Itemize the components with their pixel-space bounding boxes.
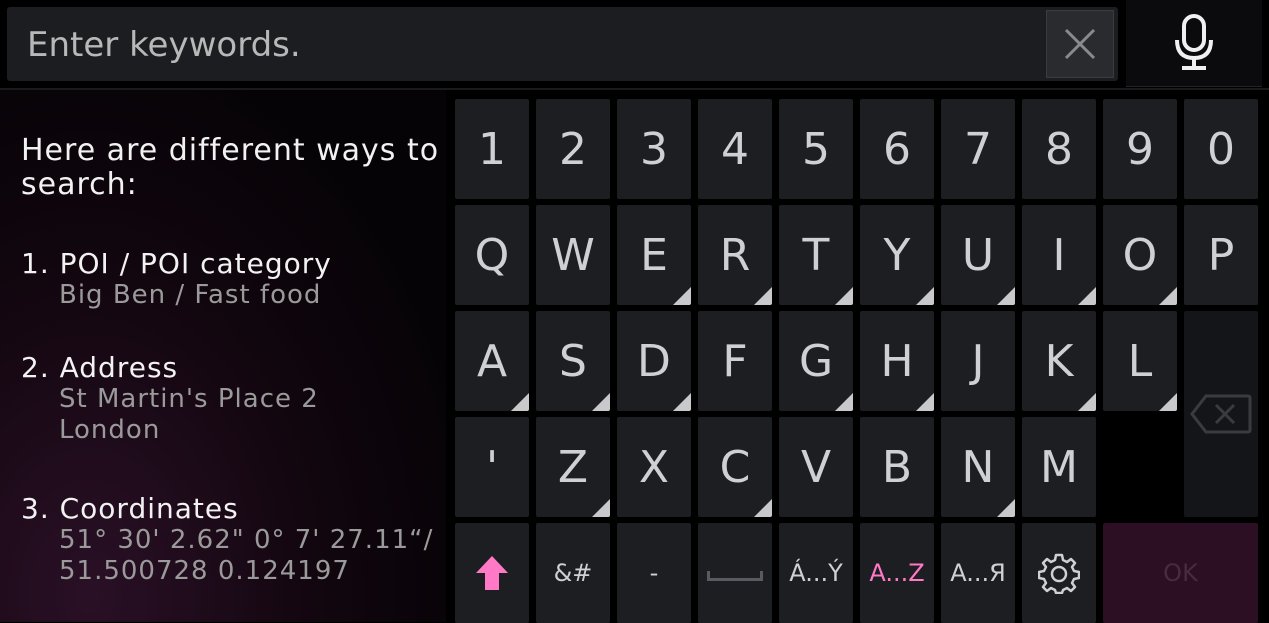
key-q[interactable]: Q <box>455 205 529 305</box>
top-bar <box>0 0 1269 88</box>
space-bar-icon <box>707 571 763 581</box>
key-a[interactable]: A <box>455 311 529 411</box>
search-help-panel: Here are different ways to search: 1. PO… <box>0 90 446 622</box>
on-screen-keyboard: 1 2 3 4 5 6 7 8 9 0 Q W E R T Y U I O P … <box>447 90 1269 623</box>
key-u[interactable]: U <box>941 205 1015 305</box>
search-method-poi: 1. POI / POI category Big Ben / Fast foo… <box>21 248 441 311</box>
microphone-icon <box>1175 14 1213 70</box>
key-l[interactable]: L <box>1103 311 1177 411</box>
key-m[interactable]: M <box>1022 417 1096 517</box>
method-heading: 3. Coordinates <box>21 492 239 525</box>
key-1[interactable]: 1 <box>455 99 529 199</box>
gear-icon <box>1038 553 1080 594</box>
key-h[interactable]: H <box>860 311 934 411</box>
ok-button[interactable]: OK <box>1103 523 1258 623</box>
key-y[interactable]: Y <box>860 205 934 305</box>
key-o[interactable]: O <box>1103 205 1177 305</box>
space-key[interactable] <box>698 523 772 623</box>
dash-key[interactable]: - <box>617 523 691 623</box>
key-j[interactable]: J <box>941 311 1015 411</box>
method-heading: 1. POI / POI category <box>21 247 332 280</box>
key-2[interactable]: 2 <box>536 99 610 199</box>
key-g[interactable]: G <box>779 311 853 411</box>
key-z[interactable]: Z <box>536 417 610 517</box>
search-box <box>7 7 1118 81</box>
key-f[interactable]: F <box>698 311 772 411</box>
clear-button[interactable] <box>1046 10 1114 78</box>
key-s[interactable]: S <box>536 311 610 411</box>
cyrillic-layout-key[interactable]: A...Я <box>941 523 1015 623</box>
search-input[interactable] <box>25 19 1039 71</box>
key-3[interactable]: 3 <box>617 99 691 199</box>
key-5[interactable]: 5 <box>779 99 853 199</box>
method-example: 51° 30' 2.62" 0° 7' 27.11“/ 51.500728 0.… <box>59 525 434 586</box>
key-c[interactable]: C <box>698 417 772 517</box>
method-example: St Martin's Place 2 London <box>59 384 319 445</box>
key-e[interactable]: E <box>617 205 691 305</box>
shift-key[interactable] <box>455 523 529 623</box>
key-r[interactable]: R <box>698 205 772 305</box>
key-0[interactable]: 0 <box>1184 99 1258 199</box>
search-method-coordinates: 3. Coordinates 51° 30' 2.62" 0° 7' 27.11… <box>21 493 441 587</box>
shift-arrow-icon <box>476 556 508 590</box>
voice-search-button[interactable] <box>1126 0 1262 87</box>
key-apostrophe[interactable]: ' <box>455 417 529 517</box>
key-x[interactable]: X <box>617 417 691 517</box>
symbols-key[interactable]: &# <box>536 523 610 623</box>
key-t[interactable]: T <box>779 205 853 305</box>
keyboard-settings-key[interactable] <box>1022 523 1096 623</box>
search-method-address: 2. Address St Martin's Place 2 London <box>21 352 441 446</box>
method-example: Big Ben / Fast food <box>59 280 322 310</box>
key-b[interactable]: B <box>860 417 934 517</box>
key-4[interactable]: 4 <box>698 99 772 199</box>
key-v[interactable]: V <box>779 417 853 517</box>
latin-layout-key[interactable]: A...Z <box>860 523 934 623</box>
key-6[interactable]: 6 <box>860 99 934 199</box>
method-heading: 2. Address <box>21 351 179 384</box>
key-7[interactable]: 7 <box>941 99 1015 199</box>
key-i[interactable]: I <box>1022 205 1096 305</box>
key-w[interactable]: W <box>536 205 610 305</box>
backspace-key[interactable] <box>1184 311 1258 517</box>
key-p[interactable]: P <box>1184 205 1258 305</box>
close-icon <box>1064 28 1096 60</box>
backspace-icon <box>1190 394 1252 434</box>
help-title: Here are different ways to search: <box>21 133 440 202</box>
accented-layout-key[interactable]: Á...Ý <box>779 523 853 623</box>
key-d[interactable]: D <box>617 311 691 411</box>
key-n[interactable]: N <box>941 417 1015 517</box>
key-k[interactable]: K <box>1022 311 1096 411</box>
key-8[interactable]: 8 <box>1022 99 1096 199</box>
key-9[interactable]: 9 <box>1103 99 1177 199</box>
